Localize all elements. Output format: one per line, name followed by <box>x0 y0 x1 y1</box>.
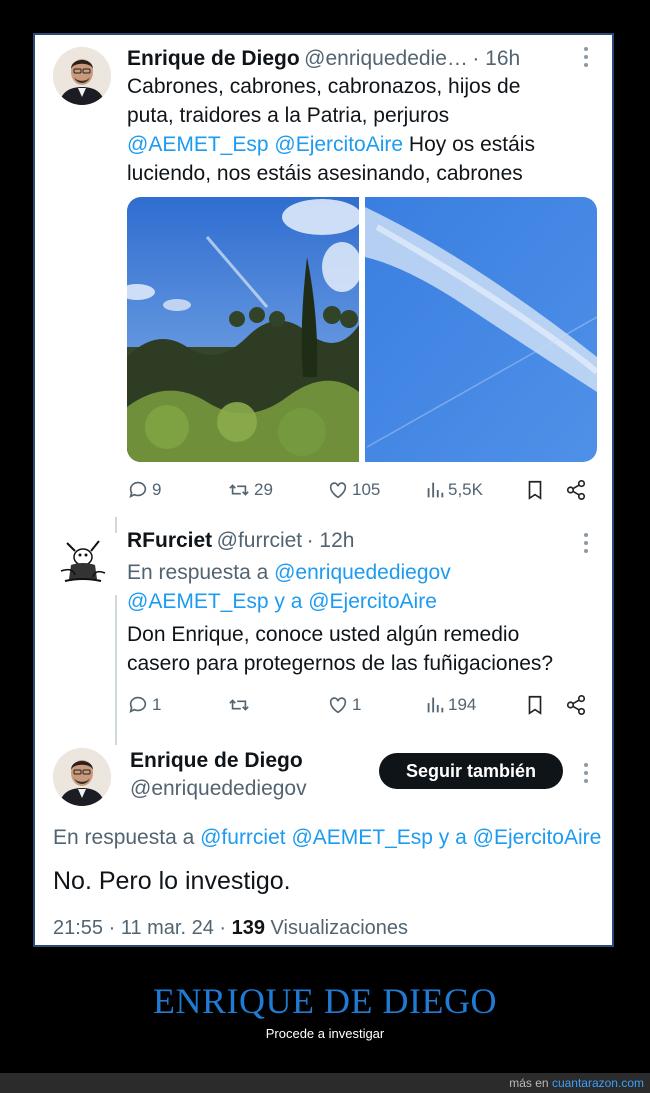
view-count: 5,5K <box>448 480 483 499</box>
views-button[interactable]: 5,5K <box>425 479 483 501</box>
mention-ejercitoaire[interactable]: @EjercitoAire <box>274 133 403 156</box>
reply-mentions[interactable]: @furrciet @AEMET_Esp y a @EjercitoAire <box>200 826 601 849</box>
meme-caption-subtitle: Procede a investigar <box>265 1026 385 1041</box>
heart-icon <box>329 482 347 499</box>
author-handle[interactable]: @enriquededie… <box>304 47 468 70</box>
tweet2-actions: 1 1 194 <box>127 694 597 718</box>
views-count: 139 <box>231 917 265 939</box>
tweet1-text-line: luciendo, nos estáis asesinando, cabrone… <box>127 162 523 185</box>
sky-photos[interactable] <box>127 197 597 462</box>
author-handle[interactable]: @enriquedediegov <box>130 777 307 801</box>
views-icon <box>427 697 444 713</box>
reply-button[interactable]: 1 <box>127 694 161 716</box>
reply-icon <box>129 696 147 713</box>
tweet-time[interactable]: · 16h <box>472 47 520 70</box>
view-count: 194 <box>448 695 477 714</box>
like-button[interactable]: 1 <box>327 694 361 716</box>
reply-prefix: En respuesta a <box>53 826 195 849</box>
tweet3-text: No. Pero lo investigo. <box>53 867 291 895</box>
retweet-count: 29 <box>254 480 273 499</box>
reply-context-line: En respuesta a @enriquedediegov <box>127 558 607 587</box>
like-count: 1 <box>352 695 362 714</box>
tweet1-media <box>127 197 597 462</box>
bookmark-button[interactable] <box>525 694 545 716</box>
reply-mention[interactable]: @enriquedediegov <box>274 561 451 584</box>
tweet-timestamp[interactable]: 21:55 · 11 mar. 24 · <box>53 917 232 939</box>
reply-button[interactable]: 9 <box>127 479 161 501</box>
tweet1-header: Enrique de Diego @enriquededie… · 16h <box>127 47 612 75</box>
share-button[interactable] <box>565 479 587 501</box>
tweet2-text-line: casero para protegernos de las fuñigacio… <box>127 652 554 675</box>
tweet1-text-line: Cabrones, cabrones, cabronazos, hijos de <box>127 75 521 98</box>
author-handle[interactable]: @furrciet <box>217 529 303 552</box>
tweet1-text-line: @AEMET_Esp @EjercitoAire Hoy os estáis <box>127 130 607 159</box>
share-icon <box>566 480 586 500</box>
avatar-enrique[interactable] <box>53 748 111 806</box>
tweet-time[interactable]: · 12h <box>307 529 355 552</box>
thread-line <box>115 517 117 533</box>
reply-count: 9 <box>152 480 162 499</box>
tweet-metadata: 21:55 · 11 mar. 24 · 139 Visualizaciones <box>53 917 408 940</box>
footer-site-link[interactable]: cuantarazon.com <box>552 1076 644 1090</box>
reply-count: 1 <box>152 695 162 714</box>
views-button[interactable]: 194 <box>425 694 476 716</box>
bookmark-icon <box>528 695 542 715</box>
tweet2-header: RFurciet @furrciet · 12h <box>127 529 612 557</box>
avatar-enrique[interactable] <box>53 47 111 105</box>
heart-icon <box>329 697 347 714</box>
tweet1-text-rest: Hoy os estáis <box>403 133 535 156</box>
reply-mentions[interactable]: @AEMET_Esp y a @EjercitoAire <box>127 587 607 616</box>
retweet-button[interactable]: 29 <box>227 479 273 501</box>
views-icon <box>427 482 444 498</box>
mention-aemet[interactable]: @AEMET_Esp <box>127 133 269 156</box>
reply-prefix: En respuesta a <box>127 561 269 584</box>
tweet1-text: Cabrones, cabrones, cabronazos, hijos de… <box>127 72 607 188</box>
share-button[interactable] <box>565 694 587 716</box>
more-options-icon[interactable] <box>583 533 589 557</box>
retweet-icon <box>229 484 249 496</box>
more-options-icon[interactable] <box>583 47 589 71</box>
avatar-rfurciet[interactable] <box>53 531 111 589</box>
more-options-icon[interactable] <box>583 763 589 787</box>
meme-caption-title: ENRIQUE DE DIEGO <box>153 981 497 1021</box>
thread-line <box>115 595 117 745</box>
retweet-icon <box>229 699 249 711</box>
tweet2-text-line: Don Enrique, conoce usted algún remedio <box>127 623 520 646</box>
tweet2-text: Don Enrique, conoce usted algún remedio … <box>127 620 607 678</box>
author-name[interactable]: Enrique de Diego <box>127 47 300 70</box>
tweet2-reply-context: En respuesta a @enriquedediegov @AEMET_E… <box>127 558 607 616</box>
site-footer: más en cuantarazon.com <box>0 1073 650 1093</box>
tweet-screenshot-card: Enrique de Diego @enriquededie… · 16h Ca… <box>33 33 614 947</box>
bookmark-icon <box>528 480 542 500</box>
share-icon <box>566 695 586 715</box>
tweet3-reply-context: En respuesta a @furrciet @AEMET_Esp y a … <box>53 823 613 852</box>
like-button[interactable]: 105 <box>327 479 380 501</box>
like-count: 105 <box>352 480 381 499</box>
author-name[interactable]: RFurciet <box>127 529 212 552</box>
retweet-button[interactable] <box>227 694 251 716</box>
views-label: Visualizaciones <box>265 917 409 939</box>
tweet1-text-line: puta, traidores a la Patria, perjuros <box>127 104 450 127</box>
reply-icon <box>129 481 147 498</box>
footer-prefix: más en <box>509 1076 552 1090</box>
tweet1-actions: 9 29 105 5,5K <box>127 479 597 503</box>
follow-button[interactable]: Seguir también <box>379 753 563 789</box>
bookmark-button[interactable] <box>525 479 545 501</box>
author-name[interactable]: Enrique de Diego <box>130 749 303 773</box>
